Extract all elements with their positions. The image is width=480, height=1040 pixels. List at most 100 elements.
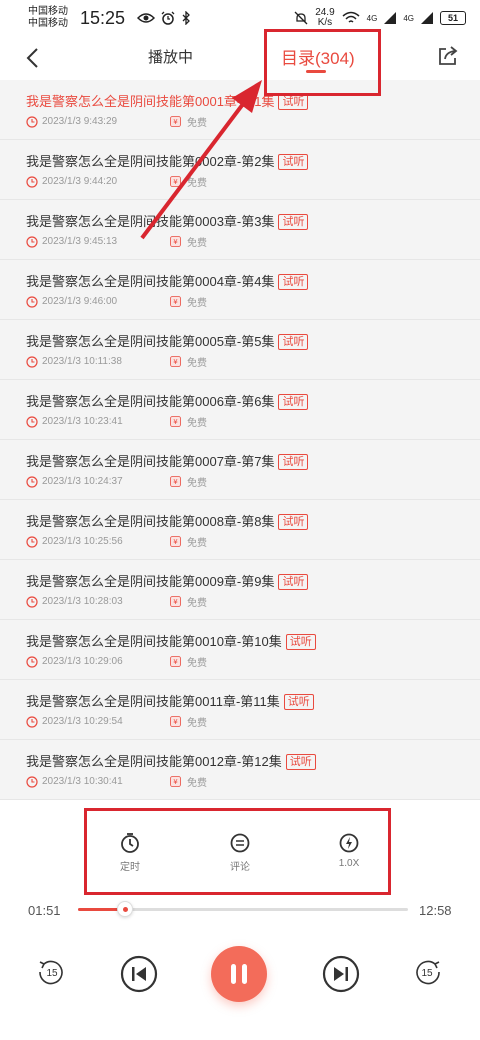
free-icon: ¥ bbox=[170, 776, 181, 787]
episode-title-row: 我是警察怎么全是阴间技能第0002章-第2集 试听 bbox=[26, 151, 309, 170]
svg-text:¥: ¥ bbox=[173, 478, 178, 486]
episode-item[interactable]: 我是警察怎么全是阴间技能第0008章-第8集 试听 2023/1/3 10:25:… bbox=[0, 500, 480, 560]
carriers: 中国移动 中国移动 bbox=[28, 6, 68, 30]
episode-date: 2023/1/3 10:29:06 bbox=[42, 656, 123, 667]
clock-icon bbox=[26, 775, 38, 788]
skip-back-button[interactable]: 15 bbox=[36, 957, 66, 987]
free-label: 免费 bbox=[187, 718, 207, 729]
episode-meta: 2023/1/3 9:45:13 ¥ 免费 bbox=[26, 234, 207, 249]
trial-badge: 试听 bbox=[278, 454, 309, 470]
episode-title-row: 我是警察怎么全是阴间技能第0012章-第12集 试听 bbox=[26, 751, 316, 770]
share-button[interactable] bbox=[436, 44, 462, 70]
clock-icon bbox=[26, 475, 38, 488]
header: 播放中 目录(304) bbox=[0, 36, 480, 80]
episode-item[interactable]: 我是警察怎么全是阴间技能第0001章-第1集 试听 2023/1/3 9:43:2… bbox=[0, 80, 480, 140]
free-label: 免费 bbox=[187, 418, 207, 429]
episode-item[interactable]: 我是警察怎么全是阴间技能第0010章-第10集 试听 2023/1/3 10:29… bbox=[0, 620, 480, 680]
episode-item[interactable]: 我是警察怎么全是阴间技能第0004章-第4集 试听 2023/1/3 9:46:0… bbox=[0, 260, 480, 320]
rewind-15-icon: 15 bbox=[39, 960, 63, 985]
episode-item[interactable]: 我是警察怎么全是阴间技能第0011章-第11集 试听 2023/1/3 10:29… bbox=[0, 680, 480, 740]
comment-label: 评论 bbox=[230, 862, 250, 873]
comment-button[interactable]: 评论 bbox=[210, 832, 270, 873]
episode-title: 我是警察怎么全是阴间技能第0007章-第7集 bbox=[26, 454, 275, 469]
skip-forward-button[interactable]: 15 bbox=[413, 957, 443, 987]
episode-title: 我是警察怎么全是阴间技能第0011章-第11集 bbox=[26, 694, 280, 709]
episode-title: 我是警察怎么全是阴间技能第0002章-第2集 bbox=[26, 154, 275, 169]
episode-item[interactable]: 我是警察怎么全是阴间技能第0009章-第9集 试听 2023/1/3 10:28:… bbox=[0, 560, 480, 620]
progress-bar[interactable] bbox=[78, 901, 408, 917]
episode-item[interactable]: 我是警察怎么全是阴间技能第0012章-第12集 试听 2023/1/3 10:30… bbox=[0, 740, 480, 800]
episode-date: 2023/1/3 10:30:41 bbox=[42, 776, 123, 787]
signal-2-icon bbox=[421, 12, 433, 24]
episode-title-row: 我是警察怎么全是阴间技能第0005章-第5集 试听 bbox=[26, 331, 309, 350]
carrier-1: 中国移动 bbox=[28, 6, 68, 17]
episode-title-row: 我是警察怎么全是阴间技能第0008章-第8集 试听 bbox=[26, 511, 309, 530]
next-button[interactable] bbox=[322, 955, 360, 993]
clock-icon bbox=[26, 535, 38, 548]
clock-icon bbox=[26, 655, 38, 668]
speed-label: 1.0X bbox=[338, 858, 360, 869]
free-icon: ¥ bbox=[170, 236, 181, 247]
episode-item[interactable]: 我是警察怎么全是阴间技能第0005章-第5集 试听 2023/1/3 10:11:… bbox=[0, 320, 480, 380]
episode-item[interactable]: 我是警察怎么全是阴间技能第0007章-第7集 试听 2023/1/3 10:24:… bbox=[0, 440, 480, 500]
episode-date: 2023/1/3 10:29:54 bbox=[42, 716, 123, 727]
episode-meta: 2023/1/3 9:44:20 ¥ 免费 bbox=[26, 174, 207, 189]
timer-label: 定时 bbox=[120, 862, 140, 873]
signal-2-label: 4G bbox=[403, 13, 414, 23]
episode-title: 我是警察怎么全是阴间技能第0003章-第3集 bbox=[26, 214, 275, 229]
episode-meta: 2023/1/3 10:29:54 ¥ 免费 bbox=[26, 714, 207, 729]
signal-1-icon bbox=[384, 12, 397, 24]
episode-list[interactable]: 我是警察怎么全是阴间技能第0001章-第1集 试听 2023/1/3 9:43:2… bbox=[0, 80, 480, 800]
svg-text:¥: ¥ bbox=[173, 778, 178, 786]
pause-button[interactable] bbox=[211, 946, 267, 1002]
net-speed-unit: K/s bbox=[317, 17, 333, 28]
episode-meta: 2023/1/3 9:43:29 ¥ 免费 bbox=[26, 114, 207, 129]
comment-icon bbox=[230, 833, 250, 853]
clock-icon bbox=[26, 235, 38, 248]
status-left: 中国移动 中国移动 15:25 bbox=[28, 6, 191, 30]
svg-text:¥: ¥ bbox=[173, 298, 178, 306]
episode-title: 我是警察怎么全是阴间技能第0006章-第6集 bbox=[26, 394, 275, 409]
svg-text:¥: ¥ bbox=[173, 358, 178, 366]
net-speed: 24.9 K/s bbox=[315, 8, 334, 28]
free-label: 免费 bbox=[187, 238, 207, 249]
forward-15-icon: 15 bbox=[416, 960, 440, 985]
episode-title: 我是警察怎么全是阴间技能第0005章-第5集 bbox=[26, 334, 275, 349]
free-icon: ¥ bbox=[170, 716, 181, 727]
episode-item[interactable]: 我是警察怎么全是阴间技能第0002章-第2集 试听 2023/1/3 9:44:2… bbox=[0, 140, 480, 200]
episode-title: 我是警察怎么全是阴间技能第0004章-第4集 bbox=[26, 274, 275, 289]
back-button[interactable] bbox=[18, 44, 46, 72]
previous-button[interactable] bbox=[120, 955, 158, 993]
speed-button[interactable]: 1.0X bbox=[319, 832, 379, 869]
episode-title: 我是警察怎么全是阴间技能第0010章-第10集 bbox=[26, 634, 282, 649]
episode-date: 2023/1/3 10:11:38 bbox=[42, 356, 122, 367]
clock-icon bbox=[26, 415, 38, 428]
episode-title: 我是警察怎么全是阴间技能第0008章-第8集 bbox=[26, 514, 275, 529]
timer-button[interactable]: 定时 bbox=[100, 832, 160, 873]
status-bar: 中国移动 中国移动 15:25 24.9 K/s 4G 4G 51 bbox=[0, 0, 480, 36]
mute-icon bbox=[294, 11, 308, 25]
trial-badge: 试听 bbox=[278, 94, 309, 110]
episode-date: 2023/1/3 9:45:13 bbox=[42, 236, 118, 247]
total-time: 12:58 bbox=[419, 903, 452, 918]
svg-text:¥: ¥ bbox=[173, 178, 178, 186]
episode-meta: 2023/1/3 10:30:41 ¥ 免费 bbox=[26, 774, 207, 789]
episode-meta: 2023/1/3 10:11:38 ¥ 免费 bbox=[26, 354, 207, 369]
free-label: 免费 bbox=[187, 658, 207, 669]
tab-catalog[interactable]: 目录(304) bbox=[281, 44, 355, 69]
episode-item[interactable]: 我是警察怎么全是阴间技能第0006章-第6集 试听 2023/1/3 10:23:… bbox=[0, 380, 480, 440]
episode-date: 2023/1/3 9:43:29 bbox=[42, 116, 118, 127]
tab-playing[interactable]: 播放中 bbox=[148, 46, 193, 67]
trial-badge: 试听 bbox=[283, 694, 314, 710]
skip-back-seconds: 15 bbox=[46, 968, 58, 979]
free-label: 免费 bbox=[187, 178, 207, 189]
alarm-icon bbox=[161, 11, 175, 25]
trial-badge: 试听 bbox=[278, 334, 309, 350]
trial-badge: 试听 bbox=[278, 274, 309, 290]
wifi-icon bbox=[342, 11, 360, 23]
episode-date: 2023/1/3 10:23:41 bbox=[42, 416, 123, 427]
next-icon bbox=[322, 955, 360, 993]
episode-item[interactable]: 我是警察怎么全是阴间技能第0003章-第3集 试听 2023/1/3 9:45:1… bbox=[0, 200, 480, 260]
clock-icon bbox=[26, 175, 38, 188]
trial-badge: 试听 bbox=[285, 754, 316, 770]
